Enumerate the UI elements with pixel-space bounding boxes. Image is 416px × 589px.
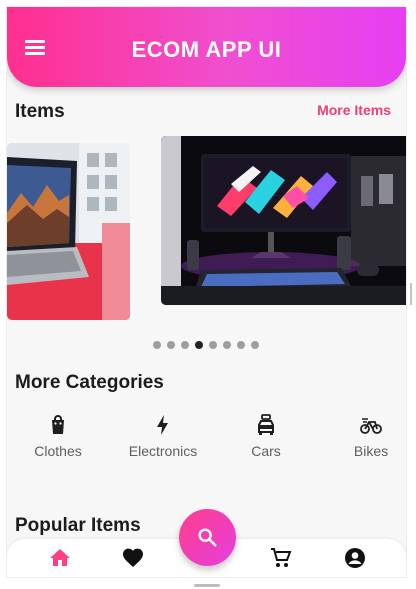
home-icon[interactable] <box>48 546 72 570</box>
carousel-dot[interactable] <box>237 341 245 349</box>
items-section-title: Items <box>15 101 65 122</box>
carousel-slide-laptop[interactable] <box>7 143 130 320</box>
category-clothes[interactable]: Clothes <box>12 413 104 459</box>
car-icon <box>258 414 274 435</box>
carousel-dot[interactable] <box>167 341 175 349</box>
gesture-handle[interactable] <box>194 584 220 587</box>
scrollbar[interactable] <box>410 283 412 305</box>
popular-section-title: Popular Items <box>15 515 141 536</box>
cart-icon[interactable] <box>269 546 293 570</box>
category-cars[interactable]: Cars <box>220 413 312 459</box>
search-button[interactable] <box>179 509 236 566</box>
app-frame: ECOM APP UI Items More Items More Catego… <box>6 6 407 578</box>
search-icon <box>198 528 217 547</box>
category-label: Electronics <box>128 443 198 459</box>
carousel-dot[interactable] <box>209 341 217 349</box>
category-label: Clothes <box>34 443 82 459</box>
lightning-bolt-icon <box>157 415 168 435</box>
shopping-bag-icon <box>52 415 64 434</box>
carousel-dot[interactable] <box>153 341 161 349</box>
heart-icon[interactable] <box>121 546 145 570</box>
carousel-dot[interactable] <box>251 341 259 349</box>
category-label: Cars <box>251 443 281 459</box>
gaming-setup-photo <box>161 136 406 305</box>
categories-section-title: More Categories <box>15 372 164 393</box>
account-icon[interactable] <box>343 546 367 570</box>
category-bikes[interactable]: Bikes <box>325 413 406 459</box>
carousel-dot[interactable] <box>181 341 189 349</box>
carousel-slide-gaming-setup[interactable] <box>161 136 406 305</box>
category-electronics[interactable]: Electronics <box>117 413 209 459</box>
more-items-link[interactable]: More Items <box>317 102 391 118</box>
app-bar: ECOM APP UI <box>7 7 406 87</box>
bike-icon <box>360 418 382 434</box>
category-label: Bikes <box>353 443 389 459</box>
laptop-photo <box>7 143 130 320</box>
app-title: ECOM APP UI <box>131 37 282 62</box>
carousel-dot-active[interactable] <box>195 341 203 349</box>
carousel-dot[interactable] <box>223 341 231 349</box>
